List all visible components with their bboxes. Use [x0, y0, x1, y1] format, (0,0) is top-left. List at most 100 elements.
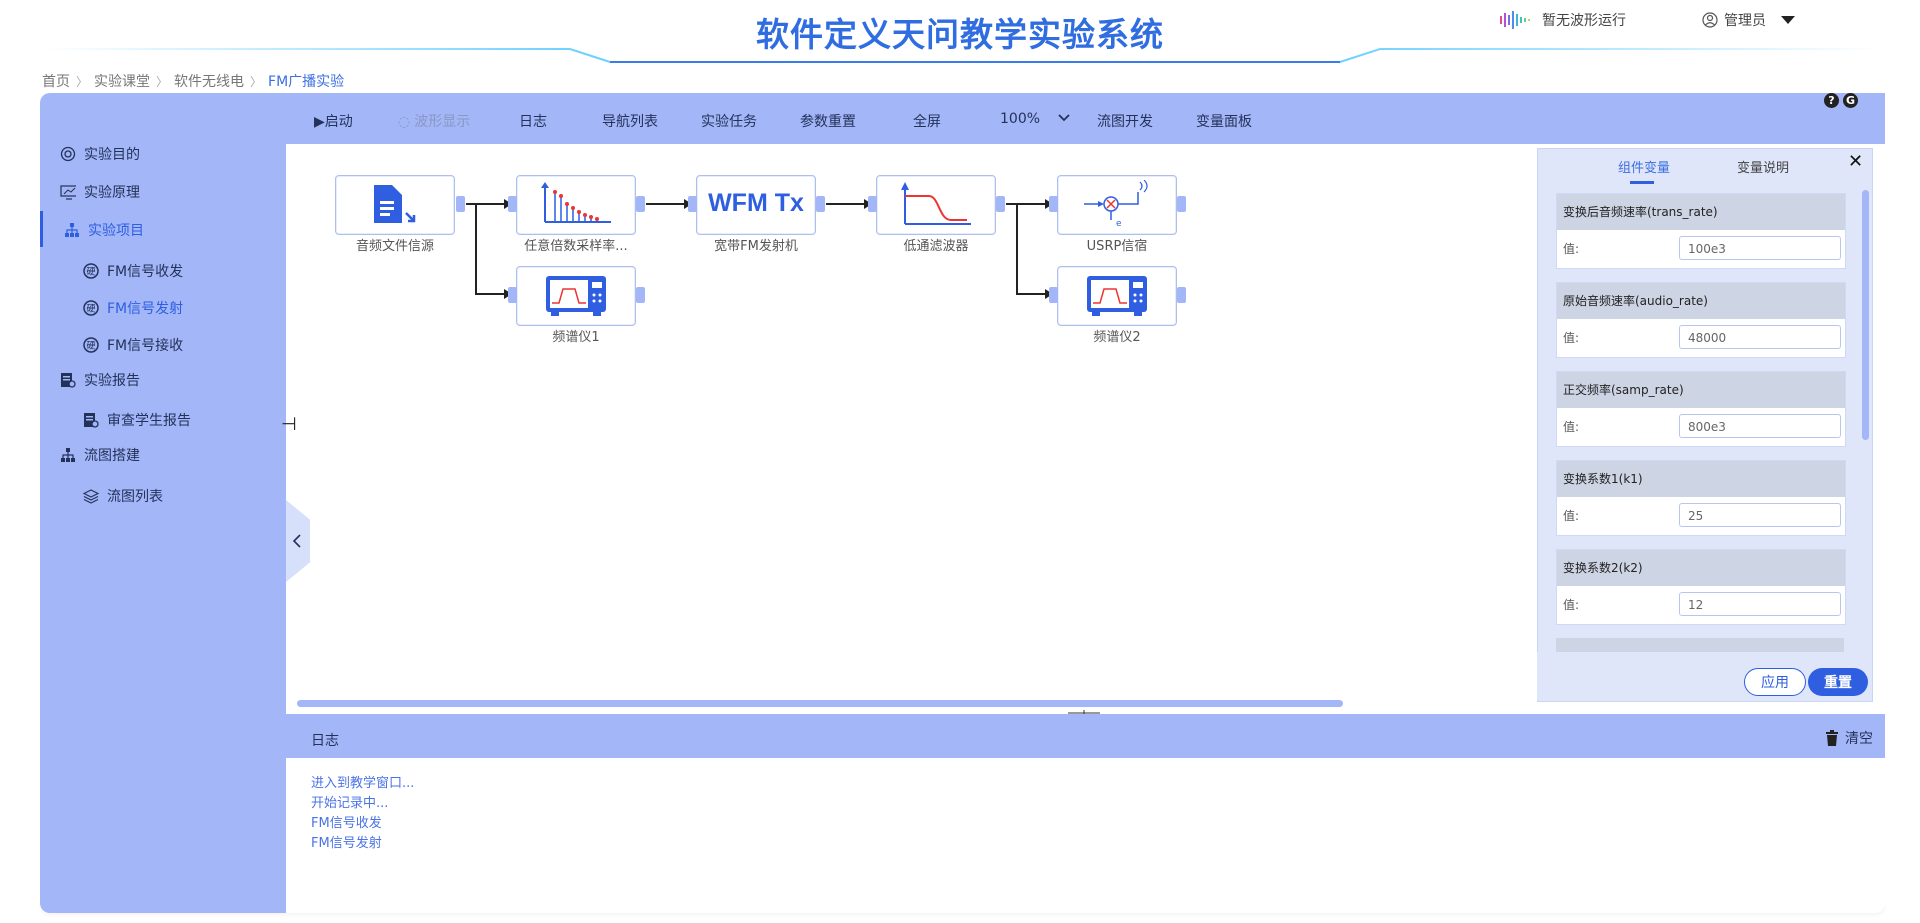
var-row: 值: 100e3 [1557, 230, 1845, 268]
sidebar-item-label: 实验报告 [84, 373, 140, 389]
sidebar-item-fm-tx[interactable]: 硬 FM信号发射 [83, 298, 183, 318]
output-port[interactable] [636, 196, 645, 212]
hierarchy-icon [64, 222, 80, 238]
log-header [286, 714, 1885, 758]
block-lowpass[interactable] [876, 175, 996, 235]
breadcrumb-sdr[interactable]: 软件无线电 [174, 71, 244, 91]
sidebar-item-purpose[interactable]: 实验目的 [60, 144, 140, 164]
var-value-label: 值: [1563, 598, 1580, 612]
breadcrumb-home[interactable]: 首页 [42, 71, 70, 91]
block-usrp-sink[interactable]: e [1057, 175, 1177, 235]
var-name: 变换系数1(k1) [1557, 461, 1845, 497]
tab-component-vars[interactable]: 组件变量 [1618, 157, 1670, 176]
spectrum-analyzer-icon [1087, 276, 1147, 316]
user-menu[interactable]: 管理员 [1702, 10, 1796, 30]
apply-button[interactable]: 应用 [1744, 668, 1806, 696]
input-port[interactable] [868, 196, 877, 212]
input-port[interactable] [1049, 196, 1058, 212]
sidebar-item-flow-build[interactable]: 流图搭建 [60, 445, 140, 465]
chevron-left-icon [292, 534, 301, 548]
close-icon[interactable]: ✕ [1848, 151, 1863, 172]
help-icon[interactable]: ? [1824, 93, 1839, 108]
block-label: 低通滤波器 [903, 239, 969, 254]
block-resampler[interactable] [516, 175, 636, 235]
wire [1016, 293, 1047, 295]
wire [475, 203, 477, 295]
experiment-badge-icon: 硬 [83, 300, 99, 316]
wire [826, 203, 866, 205]
zoom-value: 100% [1000, 111, 1041, 127]
sidebar-item-fm-txrx[interactable]: 硬 FM信号收发 [83, 261, 183, 281]
sidebar-item-flow-list[interactable]: 流图列表 [83, 486, 163, 506]
log-line: FM信号收发 [311, 816, 382, 831]
nav-list-button[interactable]: 导航列表 [602, 111, 658, 131]
sidebar-item-label: FM信号收发 [107, 264, 184, 280]
var-panel-button[interactable]: 变量面板 [1196, 111, 1252, 131]
var-card-clipped [1556, 638, 1844, 652]
monitor-icon [60, 184, 76, 200]
chevron-right-icon: 〉 [76, 74, 89, 89]
var-value-label: 值: [1563, 331, 1580, 345]
flow-dev-button[interactable]: 流图开发 [1097, 111, 1153, 131]
input-port[interactable] [508, 196, 517, 212]
var-value-label: 值: [1563, 420, 1580, 434]
var-input[interactable]: 100e3 [1679, 236, 1841, 260]
sidebar-item-review-reports[interactable]: 审查学生报告 [83, 410, 191, 430]
clear-log-button[interactable]: 清空 [1825, 728, 1873, 748]
var-input[interactable]: 800e3 [1679, 414, 1841, 438]
target-icon [60, 146, 76, 162]
fullscreen-button[interactable]: 全屏 [913, 111, 941, 131]
sidebar-item-fm-rx[interactable]: 硬 FM信号接收 [83, 335, 183, 355]
var-input[interactable]: 48000 [1679, 325, 1841, 349]
var-input[interactable]: 25 [1679, 503, 1841, 527]
var-row: 值: 12 [1557, 586, 1845, 624]
wire [1006, 203, 1047, 205]
output-port[interactable] [996, 196, 1005, 212]
input-port[interactable] [508, 287, 517, 303]
reset-button[interactable]: 重置 [1808, 668, 1868, 696]
sidebar-item-principle[interactable]: 实验原理 [60, 182, 140, 202]
waveform-button[interactable]: ◌ 波形显示 [398, 111, 470, 131]
canvas-horizontal-scrollbar[interactable] [297, 700, 1343, 707]
block-label: 频谱仪1 [552, 330, 600, 345]
lowpass-filter-icon [901, 182, 971, 225]
block-label: 任意倍数采样率... [524, 239, 628, 254]
log-title: 日志 [311, 733, 339, 749]
start-button[interactable]: ▶启动 [314, 111, 353, 131]
output-port[interactable] [636, 287, 645, 303]
sidebar-item-report[interactable]: 实验报告 [60, 370, 140, 390]
spectrum-analyzer-icon [546, 276, 606, 316]
block-label: 音频文件信源 [355, 239, 434, 254]
block-wfm-tx[interactable]: WFM Tx [696, 175, 816, 235]
input-port[interactable] [688, 196, 697, 212]
task-button[interactable]: 实验任务 [701, 111, 757, 131]
g-icon[interactable]: G [1843, 93, 1858, 108]
input-port[interactable] [1049, 287, 1058, 303]
breadcrumb-classroom[interactable]: 实验课堂 [94, 71, 150, 91]
sidebar-item-label: 实验原理 [84, 185, 140, 201]
log-button[interactable]: 日志 [519, 111, 547, 131]
page-title: 软件定义天问教学实验系统 [756, 15, 1164, 54]
log-line: 开始记录中... [311, 796, 389, 811]
var-card: 正交频率(samp_rate) 值: 800e3 [1556, 371, 1846, 447]
user-name: 管理员 [1724, 13, 1766, 29]
var-input[interactable]: 12 [1679, 592, 1841, 616]
sidebar-item-projects[interactable]: 实验项目 [64, 220, 144, 240]
log-line: 进入到教学窗口... [311, 776, 415, 791]
panel-scrollbar[interactable] [1862, 190, 1869, 440]
experiment-badge-icon: 硬 [83, 263, 99, 279]
output-port[interactable] [1177, 196, 1186, 212]
tab-var-desc[interactable]: 变量说明 [1737, 157, 1789, 176]
output-port[interactable] [1177, 287, 1186, 303]
block-spectrum-2[interactable] [1057, 266, 1177, 326]
output-port[interactable] [816, 196, 825, 212]
block-spectrum-1[interactable] [516, 266, 636, 326]
block-audio-source[interactable] [335, 175, 455, 235]
chevron-right-icon: 〉 [156, 74, 169, 89]
user-icon [1702, 12, 1718, 28]
output-port[interactable] [456, 196, 465, 212]
wire [475, 293, 506, 295]
reset-params-button[interactable]: 参数重置 [800, 111, 856, 131]
wave-status-text: 暂无波形运行 [1542, 13, 1626, 29]
zoom-select[interactable]: 100% [1000, 111, 1071, 127]
